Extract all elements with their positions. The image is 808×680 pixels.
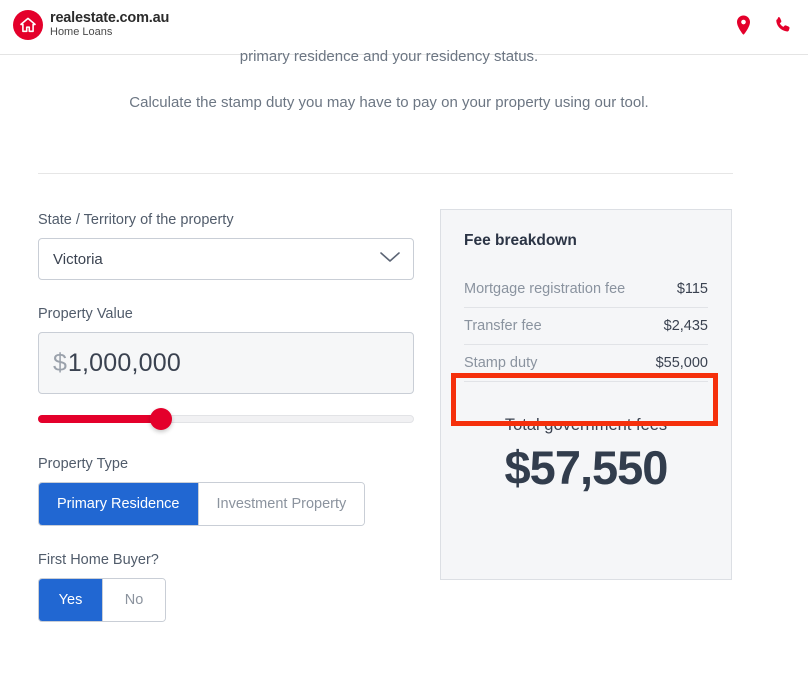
property-type-option-primary-residence[interactable]: Primary Residence [39, 483, 198, 525]
fee-value: $55,000 [655, 355, 708, 371]
brand-wordmark: realestate.com.au Home Loans [50, 10, 170, 39]
property-value-slider[interactable] [38, 408, 414, 430]
property-value-input[interactable]: $ 1,000,000 [38, 332, 414, 394]
property-value-field-group: Property Value $ 1,000,000 [38, 306, 416, 430]
state-field-group: State / Territory of the property Victor… [38, 212, 416, 280]
stamp-duty-calculator-form: State / Territory of the property Victor… [38, 212, 416, 648]
property-type-toggle: Primary Residence Investment Property [38, 482, 366, 526]
intro-line-2: Calculate the stamp duty you may have to… [129, 94, 649, 111]
first-home-buyer-toggle: Yes No [38, 578, 166, 622]
fee-breakdown-panel: Fee breakdown Mortgage registration fee … [440, 209, 732, 580]
slider-fill [38, 415, 166, 423]
section-divider [38, 173, 733, 174]
property-type-option-investment-property[interactable]: Investment Property [197, 483, 365, 525]
state-field-label: State / Territory of the property [38, 212, 234, 228]
header-actions [736, 15, 792, 35]
fee-value: $2,435 [663, 318, 708, 334]
state-select-value: Victoria [53, 250, 103, 268]
fee-label: Mortgage registration fee [464, 281, 626, 297]
total-label: Total government fees [504, 416, 668, 434]
fee-row-mortgage-registration: Mortgage registration fee $115 [464, 271, 708, 307]
first-home-buyer-label: First Home Buyer? [38, 552, 159, 568]
state-select[interactable]: Victoria [38, 238, 414, 280]
brand-logo[interactable]: realestate.com.au Home Loans [13, 10, 169, 40]
currency-prefix: $ [53, 348, 67, 377]
property-type-field-group: Property Type Primary Residence Investme… [38, 456, 416, 526]
location-pin-icon[interactable] [736, 15, 751, 35]
fee-label: Transfer fee [464, 318, 542, 334]
intro-line-1: primary residence and your residency sta… [239, 48, 539, 65]
brand-name: realestate.com.au [50, 10, 170, 27]
house-logo-icon [13, 10, 43, 40]
property-value-label: Property Value [38, 306, 133, 322]
property-value-amount: 1,000,000 [67, 348, 181, 377]
property-type-label: Property Type [38, 456, 129, 472]
fee-separator [464, 381, 708, 382]
total-government-fees: Total government fees $57,550 [464, 416, 708, 495]
phone-icon[interactable] [773, 15, 792, 35]
first-home-buyer-option-yes[interactable]: Yes [39, 579, 102, 621]
slider-thumb[interactable] [150, 408, 172, 430]
first-home-buyer-field-group: First Home Buyer? Yes No [38, 552, 416, 622]
total-amount: $57,550 [504, 441, 669, 494]
fee-breakdown-title: Fee breakdown [464, 232, 577, 249]
intro-copy: primary residence and your residency sta… [0, 44, 778, 116]
fee-label: Stamp duty [464, 355, 538, 371]
brand-tagline: Home Loans [50, 26, 113, 39]
first-home-buyer-option-no[interactable]: No [102, 579, 165, 621]
fee-row-stamp-duty: Stamp duty $55,000 [464, 345, 708, 381]
fee-row-transfer-fee: Transfer fee $2,435 [464, 308, 708, 344]
chevron-down-icon [379, 250, 401, 269]
fee-value: $115 [676, 281, 708, 297]
